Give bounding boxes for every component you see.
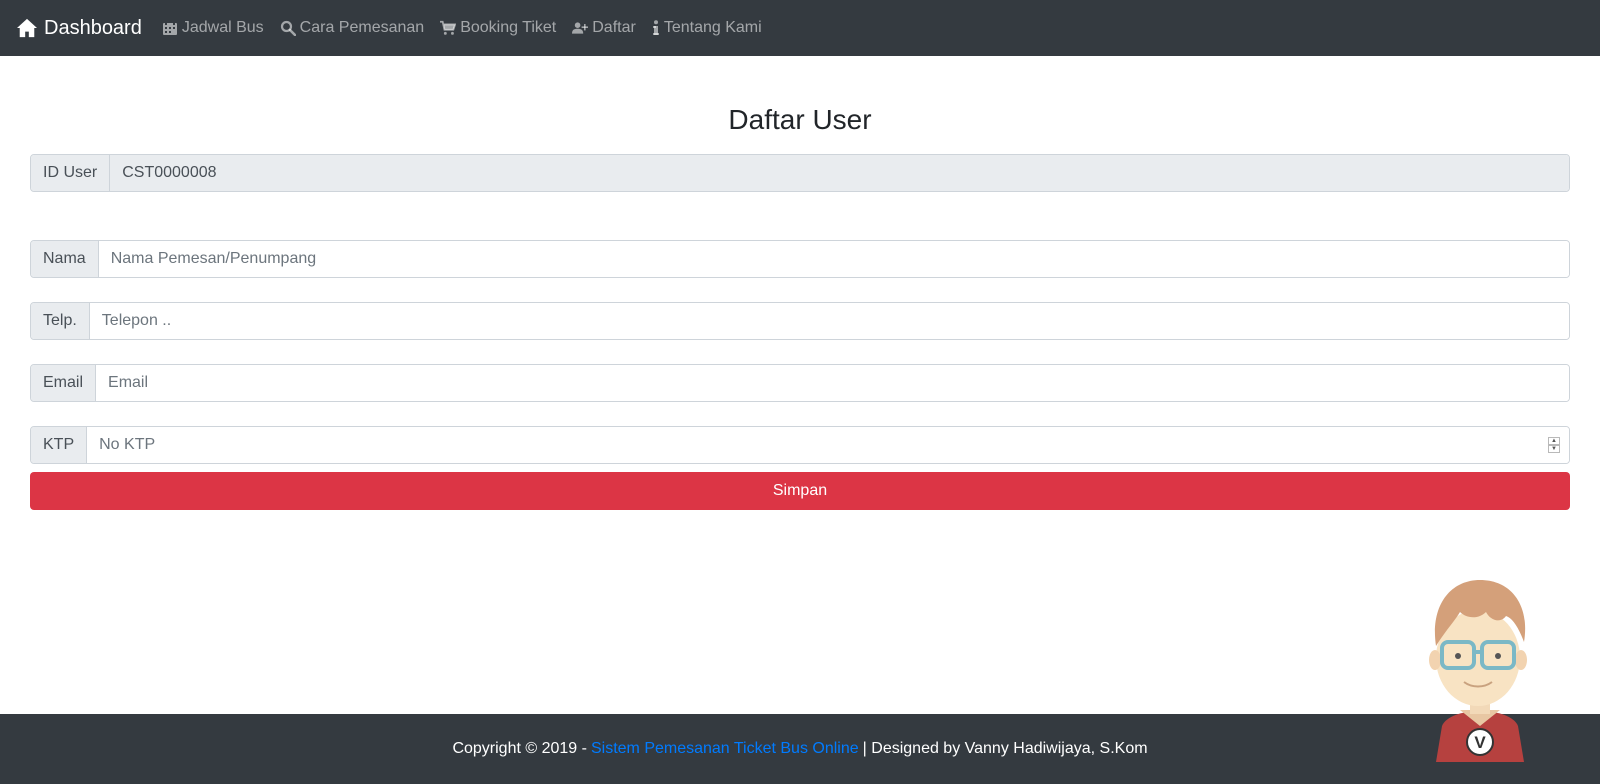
top-navbar: Dashboard Jadwal Bus Cara Pemesanan Book…: [0, 0, 1600, 56]
nav-item-daftar[interactable]: Daftar: [572, 19, 636, 37]
id-user-group: ID User: [30, 154, 1570, 192]
spinner-down-icon[interactable]: ▼: [1548, 445, 1560, 453]
home-icon: [17, 18, 37, 38]
nav-item-label: Tentang Kami: [663, 19, 762, 36]
id-user-field: [110, 155, 1569, 191]
mascot-avatar-image: V: [1429, 580, 1527, 762]
telp-input[interactable]: [89, 303, 1569, 339]
calendar-icon: [162, 21, 177, 35]
nama-input[interactable]: [98, 241, 1569, 277]
page-title: Daftar User: [728, 104, 872, 135]
nav-item-label: Jadwal Bus: [181, 19, 264, 36]
nama-group: Nama: [30, 240, 1570, 278]
nav-item-label: Cara Pemesanan: [299, 19, 425, 36]
telp-group: Telp.: [30, 302, 1570, 340]
user-plus-icon: [572, 22, 589, 34]
brand-dashboard-link[interactable]: Dashboard: [16, 17, 142, 40]
footer-site-link[interactable]: Sistem Pemesanan Ticket Bus Online: [591, 740, 859, 758]
email-input[interactable]: [96, 365, 1569, 401]
id-user-label: ID User: [31, 155, 111, 191]
email-label: Email: [31, 365, 97, 401]
footer-copyright: Copyright © 2019 -: [452, 740, 587, 757]
cart-icon: [440, 20, 457, 35]
ktp-group: KTP ▲ ▼: [30, 426, 1570, 464]
nav-item-booking-tiket[interactable]: Booking Tiket: [440, 19, 556, 37]
ktp-label: KTP: [31, 427, 88, 463]
nama-label: Nama: [31, 241, 99, 277]
search-icon: [280, 20, 296, 36]
info-icon: [652, 20, 659, 35]
nav-item-label: Daftar: [592, 19, 636, 36]
footer: Copyright © 2019 - Sistem Pemesanan Tick…: [0, 714, 1600, 784]
nav-item-jadwal-bus[interactable]: Jadwal Bus: [162, 19, 264, 37]
simpan-button[interactable]: Simpan: [30, 472, 1570, 510]
ktp-number-spinner[interactable]: ▲ ▼: [1547, 427, 1569, 463]
telp-label: Telp.: [31, 303, 90, 339]
email-group: Email: [30, 364, 1570, 402]
brand-label: Dashboard: [44, 16, 142, 39]
nav-item-cara-pemesanan[interactable]: Cara Pemesanan: [280, 19, 425, 37]
mascot-badge-letter: V: [1474, 733, 1486, 752]
footer-designer: | Designed by Vanny Hadiwijaya, S.Kom: [862, 740, 1148, 757]
spinner-up-icon[interactable]: ▲: [1548, 437, 1560, 445]
nav-item-tentang-kami[interactable]: Tentang Kami: [652, 19, 762, 37]
nav-item-label: Booking Tiket: [460, 19, 557, 36]
ktp-input[interactable]: [87, 427, 1547, 463]
